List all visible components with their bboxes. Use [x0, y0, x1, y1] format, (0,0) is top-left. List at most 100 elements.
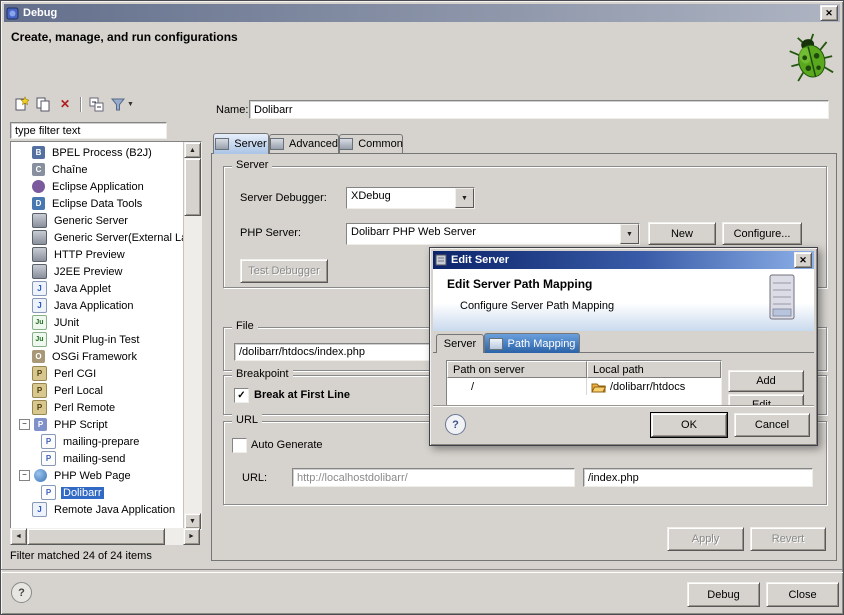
scroll-down-icon[interactable]: ▼ [184, 513, 201, 529]
path-on-server-cell[interactable]: / [447, 378, 587, 395]
tree-item[interactable]: Remote Java Application [11, 501, 184, 518]
debug-button[interactable]: Debug [687, 582, 760, 607]
tree-item-label: OSGi Framework [50, 351, 139, 363]
duplicate-config-button[interactable] [33, 95, 53, 113]
local-path-cell[interactable]: /dolibarr/htdocs [587, 378, 721, 395]
tree-item[interactable]: Generic Server(External La [11, 229, 184, 246]
window-titlebar: Debug ✕ [4, 4, 840, 22]
mailing-prepare-icon [41, 434, 56, 449]
tree-item[interactable]: Java Application [11, 297, 184, 314]
scrollbar-thumb[interactable] [27, 528, 165, 545]
tree-item[interactable]: J2EE Preview [11, 263, 184, 280]
filter-input[interactable] [10, 122, 167, 139]
collapse-toggle-icon[interactable]: − [19, 470, 30, 481]
configure-server-button[interactable]: Configure... [722, 222, 802, 245]
tree-item[interactable]: Generic Server [11, 212, 184, 229]
tab-server[interactable]: Server [213, 133, 269, 154]
tree-item[interactable]: OSGi Framework [11, 348, 184, 365]
scroll-right-icon[interactable]: ► [183, 528, 200, 545]
tree-item[interactable]: −PHP Web Page [11, 467, 184, 484]
scroll-up-icon[interactable]: ▲ [184, 142, 201, 158]
tree-item[interactable]: mailing-prepare [11, 433, 184, 450]
tree-item[interactable]: Chaîne [11, 161, 184, 178]
file-group-label: File [232, 320, 258, 332]
name-label: Name: [216, 104, 248, 116]
dialog-help-button[interactable]: ? [445, 414, 466, 435]
scroll-left-icon[interactable]: ◄ [10, 528, 27, 545]
tree-item[interactable]: Perl Local [11, 382, 184, 399]
col-local-path[interactable]: Local path [587, 361, 721, 378]
combo-dropdown-icon[interactable]: ▼ [455, 188, 474, 208]
tree-item[interactable]: JUnit Plug-in Test [11, 331, 184, 348]
tree-item[interactable]: Eclipse Data Tools [11, 195, 184, 212]
tree-item-label: BPEL Process (B2J) [50, 147, 154, 159]
tree-item[interactable]: Eclipse Application [11, 178, 184, 195]
tab-advanced[interactable]: Advanced [269, 134, 339, 153]
generic-server-icon [32, 213, 47, 228]
server-debugger-value: XDebug [347, 188, 455, 208]
tree-item[interactable]: mailing-send [11, 450, 184, 467]
perl-remote-icon [32, 400, 47, 415]
col-path-on-server[interactable]: Path on server [447, 361, 587, 378]
url-path-input[interactable] [583, 468, 813, 487]
delete-config-button[interactable]: ✕ [55, 95, 75, 113]
apply-button[interactable]: Apply [667, 527, 744, 551]
auto-generate-checkbox[interactable] [232, 438, 247, 453]
new-server-button[interactable]: New [648, 222, 716, 245]
advanced-tab-icon [270, 138, 284, 150]
combo-dropdown-icon[interactable]: ▼ [620, 224, 639, 244]
tab-common[interactable]: Common [339, 134, 403, 153]
chaine-icon [32, 163, 45, 176]
tree-item-label: Perl Remote [52, 402, 117, 414]
tree-item-label: Java Applet [52, 283, 113, 295]
dialog-tab-server[interactable]: Server [436, 334, 484, 353]
url-base-input[interactable] [292, 468, 575, 487]
tree-item[interactable]: HTTP Preview [11, 246, 184, 263]
auto-generate-label: Auto Generate [251, 439, 323, 451]
delete-icon: ✕ [60, 97, 70, 111]
edit-server-dialog: Edit Server ✕ Edit Server Path Mapping C… [429, 247, 818, 446]
dialog-tab-path-mapping[interactable]: Path Mapping [484, 333, 580, 353]
dialog-close-button[interactable]: ✕ [794, 252, 812, 268]
tree-item[interactable]: Java Applet [11, 280, 184, 297]
config-tree: BPEL Process (B2J) Chaîne Eclipse Applic… [10, 141, 202, 530]
tree-item[interactable]: Perl CGI [11, 365, 184, 382]
tree-item[interactable]: −PHP Script [11, 416, 184, 433]
tree-item[interactable]: BPEL Process (B2J) [11, 144, 184, 161]
revert-button[interactable]: Revert [750, 527, 826, 551]
php-server-combo[interactable]: Dolibarr PHP Web Server ▼ [346, 223, 640, 245]
dialog-title: Edit Server [451, 254, 509, 266]
close-button[interactable]: ✕ [820, 5, 838, 21]
cancel-button[interactable]: Cancel [734, 413, 810, 437]
break-first-line-checkbox[interactable]: ✓ [234, 388, 249, 403]
tree-item-label: Chaîne [50, 164, 89, 176]
tree-vertical-scrollbar[interactable]: ▲ ▼ [183, 142, 201, 529]
add-mapping-button[interactable]: Add [728, 370, 804, 392]
help-button[interactable]: ? [11, 582, 32, 603]
perl-cgi-icon [32, 366, 47, 381]
window-icon [6, 7, 19, 20]
tree-item-selected[interactable]: Dolibarr [11, 484, 184, 501]
server-debugger-combo[interactable]: XDebug ▼ [346, 187, 475, 209]
new-config-icon [13, 96, 29, 112]
collapse-all-button[interactable] [86, 95, 106, 113]
tree-item-label: Eclipse Application [50, 181, 146, 193]
debug-window: Debug ✕ Create, manage, and run configur… [0, 0, 844, 615]
filter-button[interactable]: ▼ [108, 95, 136, 113]
dialog-header: Edit Server Path Mapping Configure Serve… [433, 269, 814, 331]
dialog-footer: ? OK Cancel [433, 405, 814, 442]
path-mapping-table: Path on server Local path / /dolibarr/ht… [446, 360, 722, 408]
ok-button[interactable]: OK [651, 413, 727, 437]
scrollbar-thumb[interactable] [184, 158, 201, 216]
tab-label: Server [234, 138, 266, 150]
collapse-toggle-icon[interactable]: − [19, 419, 30, 430]
name-input[interactable] [249, 100, 829, 119]
close-window-button[interactable]: Close [766, 582, 839, 607]
tree-item-label: J2EE Preview [52, 266, 124, 278]
tree-item[interactable]: JUnit [11, 314, 184, 331]
test-debugger-button[interactable]: Test Debugger [240, 259, 328, 283]
dialog-heading: Edit Server Path Mapping [447, 277, 592, 291]
tree-item[interactable]: Perl Remote [11, 399, 184, 416]
new-config-button[interactable] [11, 95, 31, 113]
tree-horizontal-scrollbar[interactable]: ◄ ► [10, 528, 200, 545]
